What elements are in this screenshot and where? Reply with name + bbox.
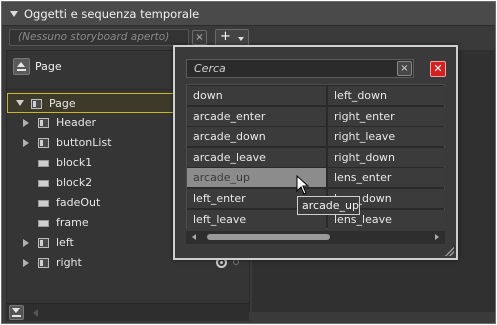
close-popup-button[interactable]: ✕ bbox=[430, 61, 446, 77]
tree-item-label: Header bbox=[56, 116, 97, 129]
tree-item-label: Page bbox=[49, 97, 76, 110]
storyboard-item[interactable]: arcade_down bbox=[187, 127, 326, 147]
dropdown-caret-icon bbox=[238, 37, 244, 41]
tree-item-label: frame bbox=[56, 216, 89, 229]
storyboard-item[interactable]: right_leave bbox=[328, 127, 445, 147]
block-icon bbox=[38, 220, 49, 227]
tree-item-label: fadeOut bbox=[56, 196, 101, 209]
resize-grip-icon[interactable] bbox=[444, 246, 454, 256]
storyboard-close-button[interactable]: × bbox=[192, 30, 207, 45]
storyboard-item[interactable]: lens_enter bbox=[328, 168, 445, 188]
tree-scrollbar[interactable] bbox=[6, 303, 249, 321]
storyboard-item[interactable]: arcade_leave bbox=[187, 147, 326, 167]
panel-titlebar[interactable]: Oggetti e sequenza temporale bbox=[2, 2, 495, 26]
tree-item-label: left bbox=[56, 236, 74, 249]
add-storyboard-button[interactable]: + bbox=[215, 29, 249, 46]
block-icon bbox=[38, 200, 49, 207]
storyboard-combo[interactable]: (Nessuno storyboard aperto) bbox=[9, 29, 189, 46]
storyboard-item[interactable]: left_down bbox=[328, 86, 445, 105]
panel-icon bbox=[38, 258, 49, 268]
scroll-left-icon[interactable] bbox=[192, 234, 196, 240]
mouse-cursor-icon bbox=[296, 175, 310, 195]
collapse-triangle-icon[interactable] bbox=[10, 10, 18, 17]
block-icon bbox=[38, 180, 49, 187]
block-icon bbox=[38, 160, 49, 167]
expand-closed-icon[interactable] bbox=[23, 119, 29, 127]
panel-icon bbox=[38, 138, 49, 148]
search-clear-button[interactable]: × bbox=[397, 61, 412, 76]
storyboard-item[interactable]: right_enter bbox=[328, 106, 445, 126]
item-tooltip: arcade_up bbox=[297, 196, 360, 215]
storyboard-picker-popup: × ✕ downarcade_enterarcade_downarcade_le… bbox=[173, 45, 458, 260]
scope-label: Page bbox=[35, 59, 62, 73]
expand-open-icon[interactable] bbox=[16, 100, 24, 106]
tree-item-label: right bbox=[56, 256, 82, 269]
storyboard-item[interactable]: arcade_enter bbox=[187, 106, 326, 126]
scroll-right-icon[interactable] bbox=[435, 234, 439, 240]
grid-scrollbar[interactable] bbox=[186, 231, 445, 244]
expand-closed-icon[interactable] bbox=[23, 139, 29, 147]
tree-item-label: block2 bbox=[56, 176, 93, 189]
plus-icon: + bbox=[220, 29, 231, 44]
expand-closed-icon[interactable] bbox=[23, 259, 29, 267]
scroll-thumb[interactable] bbox=[207, 234, 330, 240]
panel-icon bbox=[38, 118, 49, 128]
expand-closed-icon[interactable] bbox=[23, 239, 29, 247]
search-input[interactable] bbox=[186, 59, 414, 78]
scope-up-icon[interactable] bbox=[13, 57, 30, 75]
scope-down-icon[interactable] bbox=[9, 305, 24, 320]
storyboard-item[interactable]: down bbox=[187, 86, 326, 105]
panel-title: Oggetti e sequenza temporale bbox=[24, 6, 200, 21]
storyboard-item[interactable]: right_down bbox=[328, 147, 445, 167]
tree-item-label: block1 bbox=[56, 156, 93, 169]
panel-icon bbox=[31, 99, 42, 109]
scroll-left-icon[interactable] bbox=[33, 309, 38, 317]
panel-icon bbox=[38, 238, 49, 248]
tree-item-label: buttonList bbox=[56, 136, 112, 149]
